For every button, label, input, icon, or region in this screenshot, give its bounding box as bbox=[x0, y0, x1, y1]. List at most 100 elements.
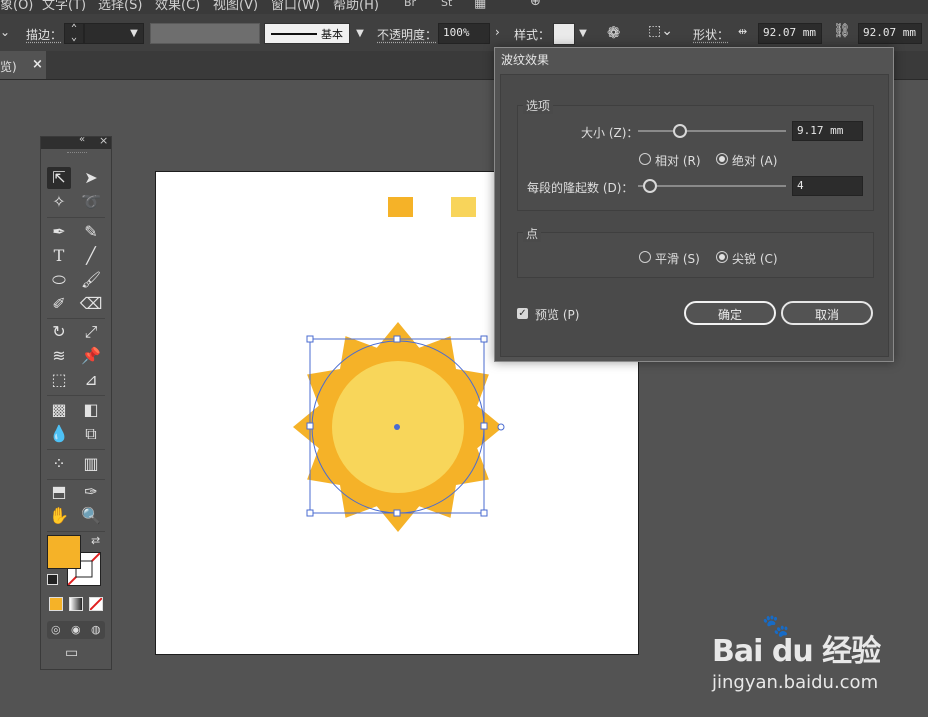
paintbrush-tool-icon[interactable]: 🖌 bbox=[79, 269, 103, 291]
menu-item-effect[interactable]: 效果(C) bbox=[155, 0, 200, 13]
relative-radio[interactable] bbox=[639, 153, 651, 165]
gradient-mode-icon[interactable] bbox=[69, 597, 83, 611]
column-graph-tool-icon[interactable]: ▥ bbox=[79, 453, 103, 475]
opacity-field[interactable]: 100% bbox=[438, 23, 490, 44]
screen-mode-icon[interactable]: ▭ bbox=[65, 645, 78, 661]
selection-handle[interactable] bbox=[480, 509, 488, 517]
pen-tool-icon[interactable]: ✒ bbox=[47, 221, 71, 243]
absolute-radio-label[interactable]: 绝对 (A) bbox=[732, 152, 777, 169]
anchor-point[interactable] bbox=[497, 423, 505, 431]
cancel-button[interactable]: 取消 bbox=[781, 301, 873, 325]
menu-item-object[interactable]: 象(O) bbox=[0, 0, 33, 13]
eyedropper-tool-icon[interactable]: 💧 bbox=[47, 423, 71, 445]
workspace-icon[interactable]: ▦ bbox=[474, 0, 486, 11]
ridges-field[interactable]: 4 bbox=[792, 176, 863, 196]
rotate-tool-icon[interactable]: ↻ bbox=[47, 321, 71, 343]
selection-tool-icon[interactable]: ⇱ bbox=[47, 167, 71, 189]
ellipse-tool-icon[interactable]: ⬭ bbox=[47, 269, 71, 291]
align-selection-icon[interactable]: ⬚⌄ bbox=[648, 23, 673, 39]
selection-handle[interactable] bbox=[480, 422, 488, 430]
size-slider-track[interactable] bbox=[638, 130, 786, 132]
shaper-tool-icon[interactable]: ✐ bbox=[47, 293, 71, 315]
default-fill-stroke-icon[interactable] bbox=[47, 574, 58, 585]
selection-handle[interactable] bbox=[306, 335, 314, 343]
width-field[interactable]: 92.07 mm bbox=[758, 23, 822, 44]
shape-label[interactable]: 形状： bbox=[693, 26, 729, 43]
smooth-radio[interactable] bbox=[639, 251, 651, 263]
graphic-style-swatch[interactable] bbox=[553, 23, 575, 45]
stroke-stepper[interactable]: ⌃ ⌄ bbox=[64, 23, 84, 44]
smooth-radio-label[interactable]: 平滑 (S) bbox=[655, 250, 700, 267]
tools-panel-header[interactable]: « × bbox=[41, 134, 111, 149]
stroke-label[interactable]: 描边： bbox=[26, 26, 62, 43]
selection-handle[interactable] bbox=[306, 422, 314, 430]
brush-definition[interactable]: 基本 bbox=[264, 23, 350, 44]
dialog-title[interactable]: 波纹效果 bbox=[495, 48, 893, 73]
preview-checkbox[interactable]: ✓ bbox=[517, 308, 528, 319]
size-field[interactable]: 9.17 mm bbox=[792, 121, 863, 141]
chevron-down-icon[interactable]: ▼ bbox=[127, 24, 141, 44]
corner-radio-label[interactable]: 尖锐 (C) bbox=[732, 250, 778, 267]
blend-tool-icon[interactable]: ⧉ bbox=[79, 423, 103, 445]
color-mode-icon[interactable] bbox=[49, 597, 63, 611]
ridges-slider-track[interactable] bbox=[638, 185, 786, 187]
curvature-tool-icon[interactable]: ✎ bbox=[79, 221, 103, 243]
close-icon[interactable]: × bbox=[99, 134, 108, 147]
variable-width-profile[interactable] bbox=[150, 23, 260, 44]
draw-inside-icon[interactable]: ◍ bbox=[91, 623, 101, 636]
magic-wand-tool-icon[interactable]: ✧ bbox=[47, 191, 71, 213]
hand-tool-icon[interactable]: ✋ bbox=[47, 505, 71, 527]
swatch-yellow[interactable] bbox=[451, 197, 476, 217]
fill-swatch[interactable] bbox=[47, 535, 81, 569]
puppet-warp-tool-icon[interactable]: 📌 bbox=[79, 345, 103, 367]
absolute-radio[interactable] bbox=[716, 153, 728, 165]
slice-tool-icon[interactable]: ✑ bbox=[79, 481, 103, 503]
close-icon[interactable]: × bbox=[32, 57, 43, 72]
draw-normal-icon[interactable]: ◎ bbox=[51, 623, 61, 636]
sun-artwork[interactable] bbox=[286, 322, 506, 532]
free-transform-tool-icon[interactable]: ⬚ bbox=[47, 369, 71, 391]
scale-tool-icon[interactable]: ⤢ bbox=[79, 321, 103, 343]
gradient-tool-icon[interactable]: ◧ bbox=[79, 399, 103, 421]
recolor-artwork-icon[interactable]: ❁ bbox=[607, 23, 620, 42]
selection-handle[interactable] bbox=[393, 509, 401, 517]
menu-item-type[interactable]: 文字(T) bbox=[42, 0, 86, 13]
relative-radio-label[interactable]: 相对 (R) bbox=[655, 152, 701, 169]
direct-selection-tool-icon[interactable]: ➤ bbox=[79, 167, 103, 189]
swap-fill-stroke-icon[interactable]: ⇄ bbox=[91, 534, 100, 547]
gpu-icon[interactable]: ⊕ bbox=[530, 0, 541, 9]
mesh-tool-icon[interactable]: ▩ bbox=[47, 399, 71, 421]
chevron-down-icon[interactable]: ⌄ bbox=[0, 25, 10, 39]
preview-label[interactable]: 预览 (P) bbox=[535, 306, 579, 323]
chevron-down-icon[interactable]: ▼ bbox=[353, 24, 367, 44]
symbol-sprayer-tool-icon[interactable]: ⁘ bbox=[47, 453, 71, 475]
lasso-tool-icon[interactable]: ➰ bbox=[79, 191, 103, 213]
corner-radio[interactable] bbox=[716, 251, 728, 263]
swatch-orange[interactable] bbox=[388, 197, 413, 217]
selection-handle[interactable] bbox=[480, 335, 488, 343]
size-slider-knob[interactable] bbox=[673, 124, 687, 138]
chevron-down-icon[interactable]: ▼ bbox=[576, 24, 590, 44]
perspective-grid-tool-icon[interactable]: ⊿ bbox=[79, 369, 103, 391]
ok-button[interactable]: 确定 bbox=[684, 301, 776, 325]
stock-button[interactable]: St bbox=[441, 0, 452, 9]
opacity-label[interactable]: 不透明度： bbox=[377, 26, 437, 43]
menu-item-view[interactable]: 视图(V) bbox=[213, 0, 258, 13]
draw-behind-icon[interactable]: ◉ bbox=[71, 623, 81, 636]
warp-tool-icon[interactable]: ≋ bbox=[47, 345, 71, 367]
ridges-slider-knob[interactable] bbox=[643, 179, 657, 193]
type-tool-icon[interactable]: T bbox=[47, 245, 71, 267]
chevron-right-icon[interactable]: › bbox=[495, 25, 500, 39]
document-tab[interactable]: 览) × bbox=[0, 51, 46, 79]
line-tool-icon[interactable]: ╱ bbox=[79, 245, 103, 267]
zoom-tool-icon[interactable]: 🔍 bbox=[79, 505, 103, 527]
bridge-button[interactable]: Br bbox=[404, 0, 416, 9]
selection-handle[interactable] bbox=[393, 335, 401, 343]
artboard-tool-icon[interactable]: ⬒ bbox=[47, 481, 71, 503]
collapse-icon[interactable]: « bbox=[79, 134, 85, 145]
constrain-proportions-icon[interactable]: ⛓ bbox=[833, 23, 851, 39]
height-field[interactable]: 92.07 mm bbox=[858, 23, 922, 44]
panel-grip[interactable] bbox=[67, 152, 87, 156]
menu-item-select[interactable]: 选择(S) bbox=[98, 0, 142, 13]
none-mode-icon[interactable] bbox=[89, 597, 103, 611]
